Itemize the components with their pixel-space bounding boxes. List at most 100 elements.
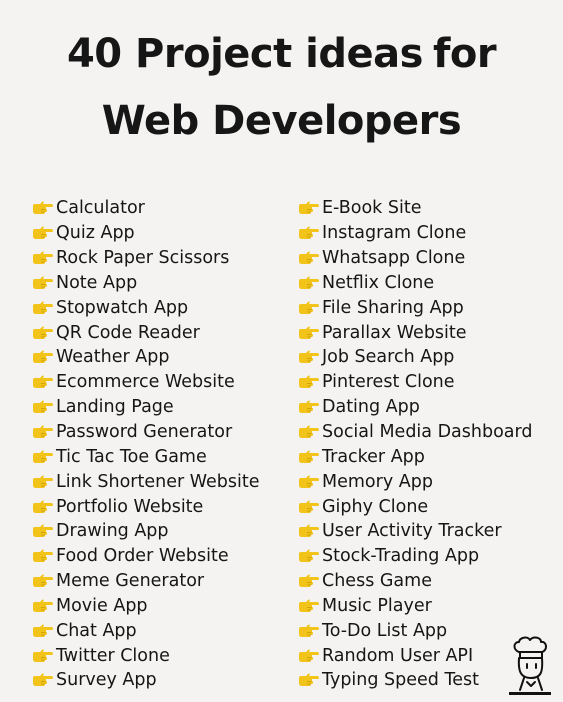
project-name: Calculator — [56, 198, 145, 219]
project-name: Weather App — [56, 347, 170, 368]
pointing-hand-icon — [299, 500, 319, 513]
project-name: Stopwatch App — [56, 297, 189, 318]
pointing-hand-icon — [33, 649, 53, 662]
title-line-1-suffix: for — [432, 31, 497, 77]
pointing-hand-icon — [299, 475, 319, 488]
project-name: Tic Tac Toe Game — [56, 446, 207, 467]
project-name: Password Generator — [56, 422, 233, 443]
pointing-hand-icon — [299, 201, 319, 215]
pointing-hand-icon — [299, 649, 319, 662]
list-item: Portfolio Website — [32, 494, 260, 519]
project-name: Pinterest Clone — [322, 372, 455, 393]
list-item: File Sharing App — [298, 295, 533, 320]
pointing-hand-icon — [299, 599, 319, 612]
pointing-hand-icon — [299, 375, 319, 389]
pointing-hand-icon — [33, 500, 53, 513]
project-name: Rock Paper Scissors — [56, 248, 230, 269]
list-item: Food Order Website — [32, 544, 260, 569]
pointing-hand-icon — [33, 574, 53, 588]
pointing-hand-icon — [299, 549, 319, 563]
list-item: Netflix Clone — [298, 271, 533, 296]
project-name: Memory App — [322, 471, 433, 492]
list-item: Calculator — [32, 196, 260, 221]
project-name: Netflix Clone — [322, 272, 435, 293]
list-item: Link Shortener Website — [32, 469, 260, 494]
project-name: Parallax Website — [322, 322, 467, 343]
list-item: Pinterest Clone — [298, 370, 533, 395]
pointing-hand-icon — [299, 301, 319, 314]
project-name: Portfolio Website — [56, 496, 204, 517]
project-name: Tracker App — [322, 446, 425, 467]
project-name: Instagram Clone — [322, 223, 467, 244]
pointing-hand-icon — [299, 624, 319, 637]
list-item: Chat App — [32, 618, 260, 643]
list-item: Twitter Clone — [32, 643, 260, 668]
pointing-hand-icon — [33, 599, 53, 612]
list-item: Meme Generator — [32, 569, 260, 594]
pointing-hand-icon — [33, 350, 53, 364]
title-line-1: 40 Project ideas for — [0, 34, 563, 74]
list-item: Password Generator — [32, 420, 260, 445]
project-name: Dating App — [322, 397, 420, 418]
list-item: Drawing App — [32, 519, 260, 544]
project-name: Random User API — [322, 645, 474, 666]
project-name: Stock-Trading App — [322, 546, 480, 567]
project-name: User Activity Tracker — [322, 521, 502, 542]
list-item: Stock-Trading App — [298, 544, 533, 569]
pointing-hand-icon — [33, 375, 53, 389]
list-item: Social Media Dashboard — [298, 420, 533, 445]
list-item: Rock Paper Scissors — [32, 246, 260, 271]
project-name: Food Order Website — [56, 546, 229, 567]
pointing-hand-icon — [299, 251, 319, 265]
pointing-hand-icon — [33, 400, 53, 414]
project-name: Chess Game — [322, 571, 432, 592]
list-item: Chess Game — [298, 569, 533, 594]
pointing-hand-icon — [33, 425, 53, 439]
project-name: QR Code Reader — [56, 322, 200, 343]
project-name: Chat App — [56, 620, 137, 641]
list-item: Stopwatch App — [32, 295, 260, 320]
project-name: Drawing App — [56, 521, 169, 542]
list-item: Dating App — [298, 395, 533, 420]
project-name: Link Shortener Website — [56, 471, 260, 492]
chef-character-icon — [509, 636, 551, 695]
list-item: Ecommerce Website — [32, 370, 260, 395]
list-item: To-Do List App — [298, 618, 533, 643]
project-name: To-Do List App — [322, 620, 448, 641]
list-item: Tracker App — [298, 444, 533, 469]
left-project-list: Calculator Quiz App Rock Paper Scissors Not… — [32, 196, 260, 693]
list-item: Parallax Website — [298, 320, 533, 345]
pointing-hand-icon — [33, 624, 53, 637]
project-name: Meme Generator — [56, 571, 205, 592]
pointing-hand-icon — [33, 226, 53, 240]
title-line-1-text: 40 Project ideas — [66, 31, 423, 77]
list-item: Typing Speed Test — [298, 668, 533, 693]
pointing-hand-icon — [299, 350, 319, 364]
list-item: Note App — [32, 271, 260, 296]
project-name: Typing Speed Test — [322, 670, 479, 691]
list-item: Giphy Clone — [298, 494, 533, 519]
project-name: File Sharing App — [322, 297, 464, 318]
pointing-hand-icon — [299, 450, 319, 463]
list-item: E-Book Site — [298, 196, 533, 221]
list-item: QR Code Reader — [32, 320, 260, 345]
list-item: Instagram Clone — [298, 221, 533, 246]
list-item: Quiz App — [32, 221, 260, 246]
project-name: Survey App — [56, 670, 157, 691]
right-project-list: E-Book Site Instagram Clone Whatsapp Clone… — [298, 196, 533, 693]
pointing-hand-icon — [33, 475, 53, 488]
project-name: Social Media Dashboard — [322, 422, 533, 443]
list-item: Weather App — [32, 345, 260, 370]
project-name: Giphy Clone — [322, 496, 429, 517]
title-line-2: Web Developers — [101, 98, 462, 144]
pointing-hand-icon — [33, 524, 53, 538]
pointing-hand-icon — [299, 226, 319, 240]
pointing-hand-icon — [33, 276, 53, 289]
list-item: Random User API — [298, 643, 533, 668]
project-name: Ecommerce Website — [56, 372, 235, 393]
list-item: Memory App — [298, 469, 533, 494]
pointing-hand-icon — [33, 673, 53, 687]
list-item: Landing Page — [32, 395, 260, 420]
project-name: Note App — [56, 272, 138, 293]
project-name: Landing Page — [56, 397, 174, 418]
